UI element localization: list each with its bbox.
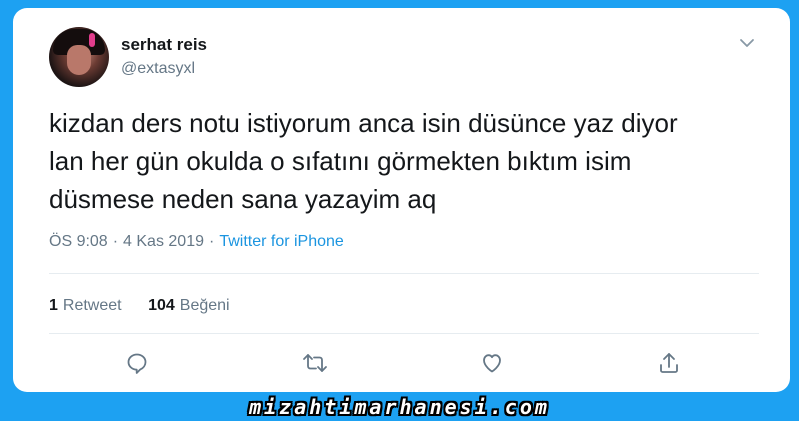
retweet-icon [302, 351, 328, 380]
meta-separator: · [208, 233, 215, 250]
like-label: Beğeni [179, 297, 230, 314]
divider [49, 273, 759, 274]
like-count: 104 [148, 297, 175, 314]
reply-button[interactable] [123, 351, 151, 379]
share-icon [657, 351, 681, 380]
watermark: mizahtimarhanesi.com [0, 392, 799, 421]
like-icon [480, 351, 504, 380]
watermark-text: mizahtimarhanesi.com [249, 394, 550, 419]
retweet-label: Retweet [62, 297, 122, 314]
tweet-stats: 1 Retweet 104 Beğeni [49, 297, 230, 315]
tweet-text: kizdan ders notu istiyorum anca isin düs… [49, 108, 678, 214]
user-handle[interactable]: @extasyxl [121, 60, 195, 78]
tweet-card: serhat reis @extasyxl kizdan ders notu i… [13, 8, 790, 392]
tweet-date[interactable]: 4 Kas 2019 [123, 233, 204, 250]
tweet-meta: ÖS 9:08 · 4 Kas 2019 · Twitter for iPhone [49, 233, 344, 251]
avatar[interactable] [49, 27, 109, 87]
like-button[interactable] [478, 351, 506, 379]
reply-icon [125, 351, 149, 380]
tweet-time[interactable]: ÖS 9:08 [49, 233, 108, 250]
tweet-source-link[interactable]: Twitter for iPhone [219, 233, 344, 250]
retweet-button[interactable] [301, 351, 329, 379]
meta-separator: · [112, 233, 119, 250]
chevron-down-icon[interactable] [738, 34, 756, 52]
like-stat[interactable]: 104 Beğeni [148, 297, 230, 314]
divider [49, 333, 759, 334]
retweet-count: 1 [49, 297, 58, 314]
retweet-stat[interactable]: 1 Retweet [49, 297, 122, 314]
user-name[interactable]: serhat reis [121, 35, 207, 55]
share-button[interactable] [655, 351, 683, 379]
